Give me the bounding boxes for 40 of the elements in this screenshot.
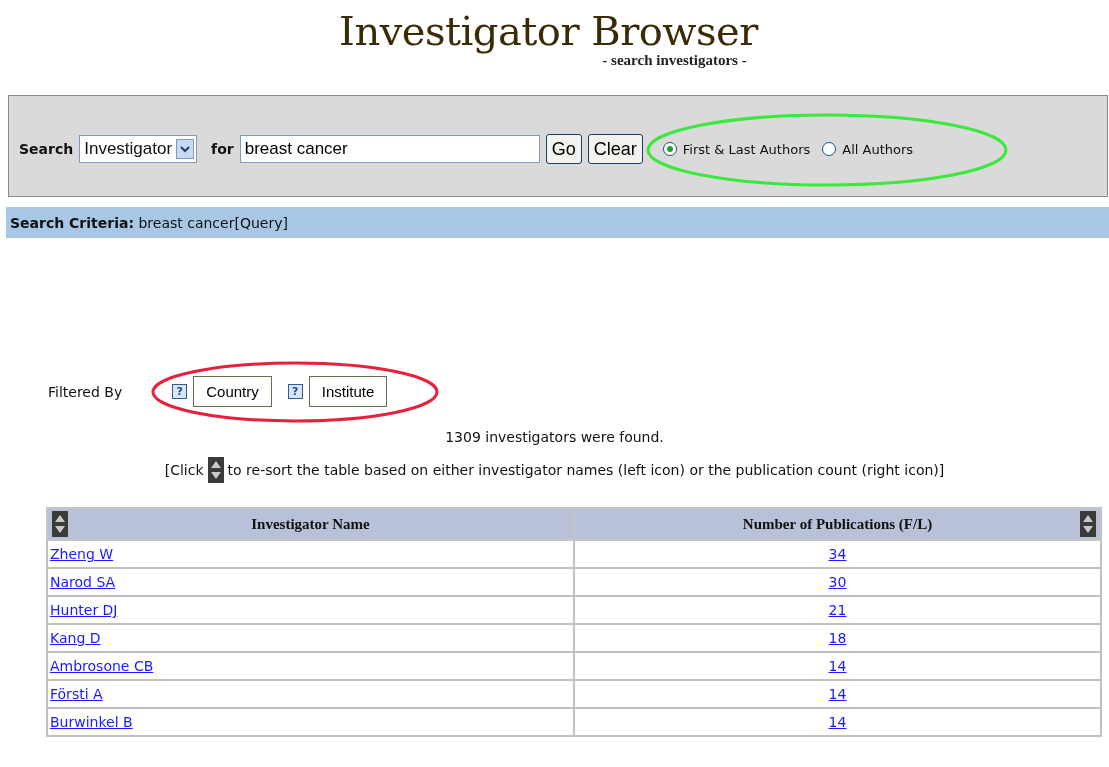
sort-icon[interactable] [52,511,68,537]
criteria-value: breast cancer[Query] [138,214,288,231]
result-count: 1309 investigators were found. [444,429,665,445]
count-link[interactable]: 14 [828,686,847,702]
filter-label: Filtered By [48,383,123,400]
investigator-link[interactable]: Narod SA [50,574,116,590]
sort-icon[interactable] [207,457,224,483]
count-link[interactable]: 14 [828,658,847,674]
help-icon[interactable]: ? [172,384,188,399]
filter-button[interactable]: Country [193,376,272,407]
count-link[interactable]: 30 [828,574,847,590]
author-radio[interactable]: All Authors [822,141,914,157]
query-input[interactable]: breast cancer [239,135,540,163]
count-link[interactable]: 34 [828,546,847,562]
investigator-link[interactable]: Försti A [50,686,103,702]
page-title: Investigator Browser [339,7,758,55]
page-subtitle: - search investigators - [602,52,747,69]
column-header: Investigator Name [47,508,574,540]
filter-button[interactable]: Institute [308,376,388,407]
investigator-link[interactable]: Kang D [50,630,101,646]
count-link[interactable]: 14 [828,714,847,730]
criteria-label: Search Criteria: [10,214,134,231]
count-link[interactable]: 21 [828,602,847,618]
for-label: for [211,141,234,157]
investigator-link[interactable]: Hunter DJ [50,602,118,618]
author-radio[interactable]: First & Last Authors [662,141,811,157]
hint-text: [Click [164,462,204,478]
search-label: Search [19,141,74,157]
investigator-link[interactable]: Ambrosone CB [50,658,154,674]
sort-icon[interactable] [1080,511,1096,537]
count-link[interactable]: 18 [828,630,847,646]
clear-button[interactable]: Clear [587,134,643,164]
column-header: Number of Publications (F/L) [574,508,1101,540]
help-icon[interactable]: ? [287,384,303,399]
investigator-link[interactable]: Zheng W [50,546,114,562]
field-dropdown[interactable]: Investigator [79,135,198,163]
dropdown-icon [176,139,195,159]
go-button[interactable]: Go [545,134,582,164]
investigator-link[interactable]: Burwinkel B [50,714,133,730]
hint-text: to re-sort the table based on either investigator names (left icon) or the publication count (right icon)] [227,462,945,478]
